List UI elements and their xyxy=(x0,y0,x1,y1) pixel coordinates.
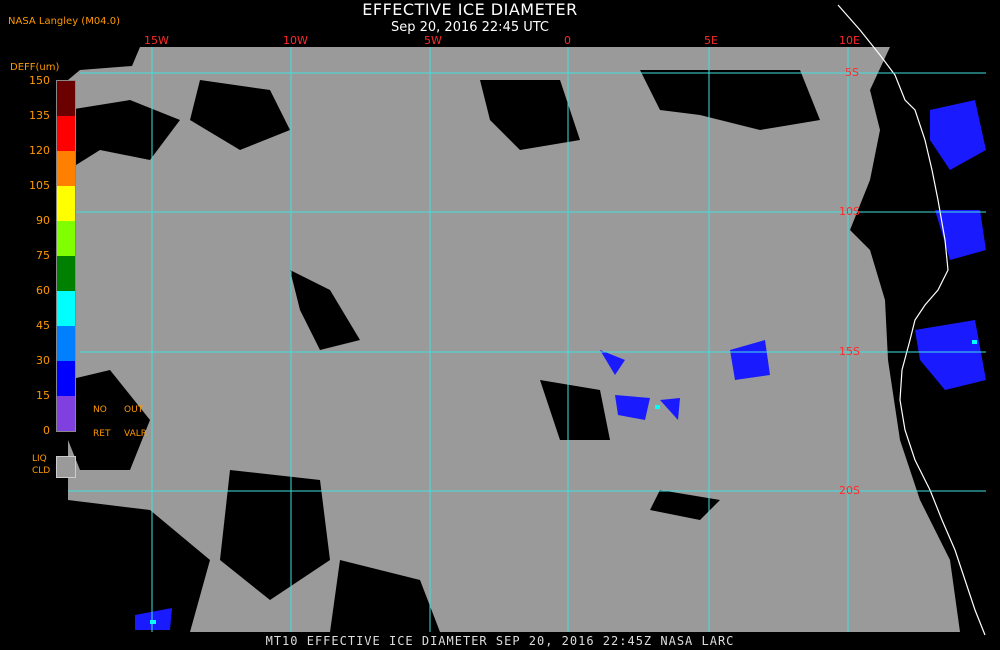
lon-label-10w: 10W xyxy=(283,34,308,47)
legend-tick-label: 105 xyxy=(29,179,50,192)
lon-label-5w: 5W xyxy=(424,34,442,47)
legend-note-out: OUT xyxy=(124,405,144,415)
lat-label-10s: 10S xyxy=(839,205,860,218)
legend-note-valr: VALR xyxy=(124,429,148,439)
legend-title: DEFF(um) xyxy=(10,62,60,73)
lon-label-5e: 5E xyxy=(704,34,718,47)
satellite-map xyxy=(68,4,986,636)
lon-label-0: 0 xyxy=(564,34,571,47)
lat-label-15s: 15S xyxy=(839,345,860,358)
lat-label-20s: 20S xyxy=(839,484,860,497)
legend-color-segment xyxy=(57,256,75,291)
legend-note-ret: RET xyxy=(93,429,111,439)
legend-note-no: NO xyxy=(93,405,107,415)
legend-color-segment xyxy=(57,116,75,151)
product-source: NASA Langley (M04.0) xyxy=(8,16,120,27)
legend-color-segment xyxy=(57,151,75,186)
legend-color-segment xyxy=(57,81,75,116)
legend-tick-label: 135 xyxy=(29,109,50,122)
legend-tick-label: 0 xyxy=(43,424,50,437)
legend-tick-label: 120 xyxy=(29,144,50,157)
liquid-cloud-label-2: CLD xyxy=(32,466,51,476)
legend-tick-label: 30 xyxy=(36,354,50,367)
legend-color-segment xyxy=(57,291,75,326)
liquid-cloud-label-1: LIQ xyxy=(32,454,47,464)
legend-tick-label: 150 xyxy=(29,74,50,87)
legend-color-segment xyxy=(57,326,75,361)
legend-color-segment xyxy=(57,396,75,431)
map-title: EFFECTIVE ICE DIAMETER xyxy=(362,0,578,19)
lon-label-10e: 10E xyxy=(839,34,860,47)
lon-label-15w: 15W xyxy=(144,34,169,47)
legend-tick-label: 45 xyxy=(36,319,50,332)
lat-label-5s: 5S xyxy=(845,66,859,79)
legend-color-segment xyxy=(57,186,75,221)
legend-tick-label: 75 xyxy=(36,249,50,262)
legend-tick-label: 90 xyxy=(36,214,50,227)
color-scale-bar xyxy=(56,80,76,432)
map-timestamp: Sep 20, 2016 22:45 UTC xyxy=(390,20,550,35)
legend-tick-label: 15 xyxy=(36,389,50,402)
legend-tick-label: 60 xyxy=(36,284,50,297)
footer-caption: MT10 EFFECTIVE ICE DIAMETER SEP 20, 2016… xyxy=(265,634,735,648)
liquid-cloud-swatch xyxy=(56,456,76,478)
legend-color-segment xyxy=(57,221,75,256)
legend-color-segment xyxy=(57,361,75,396)
